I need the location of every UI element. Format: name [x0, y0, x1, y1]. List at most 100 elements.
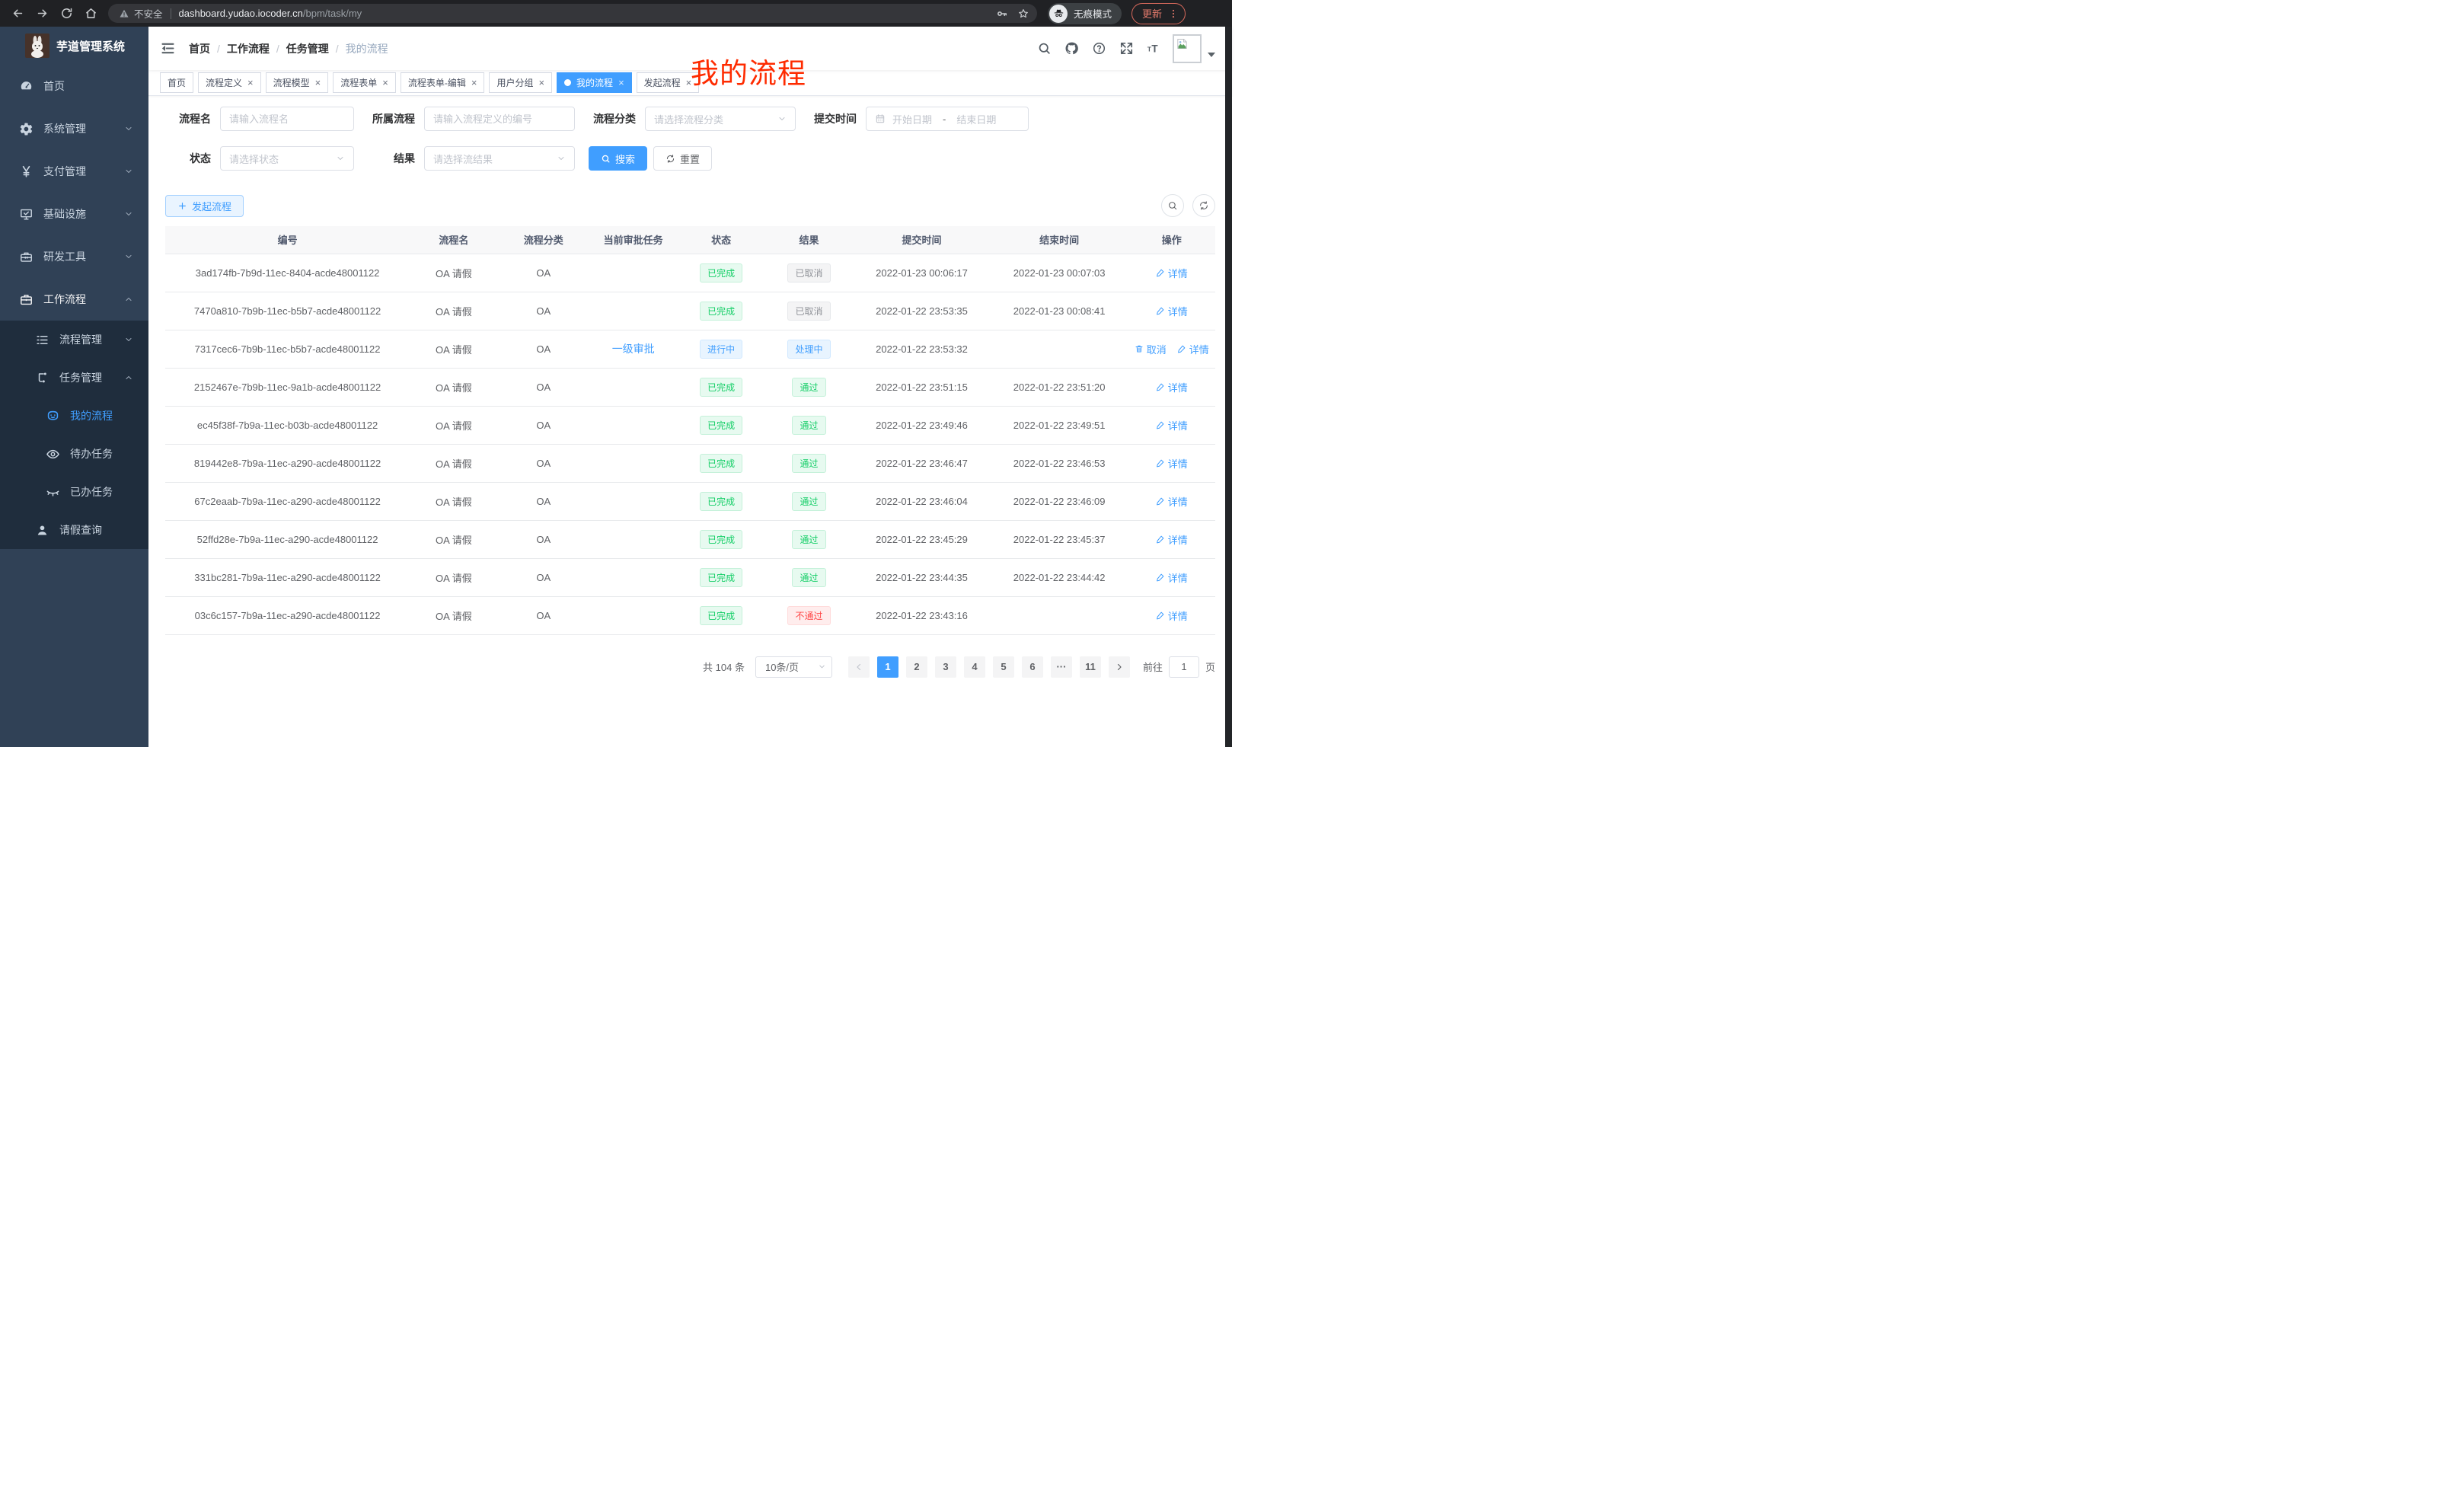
- sidebar-item-payment-manage[interactable]: 支付管理: [0, 150, 148, 193]
- page-button[interactable]: 6: [1022, 656, 1043, 678]
- browser-reload-button[interactable]: [56, 4, 76, 24]
- search-button[interactable]: 搜索: [589, 146, 647, 171]
- browser-home-button[interactable]: [81, 4, 101, 24]
- browser-scrollbar[interactable]: [1225, 27, 1232, 747]
- sidebar-item-process-manage[interactable]: 流程管理: [0, 321, 148, 359]
- sidebar-item-my-process[interactable]: 我的流程: [0, 397, 148, 435]
- sidebar-item-task-manage[interactable]: 任务管理: [0, 359, 148, 397]
- cancel-action-link[interactable]: 取消: [1135, 342, 1167, 356]
- tab-user-group[interactable]: 用户分组×: [489, 72, 552, 93]
- tab-close-icon[interactable]: ×: [618, 78, 624, 88]
- chevron-down-icon[interactable]: [1208, 53, 1215, 57]
- cell-status: 已完成: [677, 482, 764, 520]
- detail-action-link[interactable]: 详情: [1156, 266, 1188, 280]
- browser-forward-button[interactable]: [32, 4, 52, 24]
- page-button[interactable]: 1: [877, 656, 898, 678]
- font-size-icon[interactable]: TT: [1147, 41, 1161, 56]
- bookmark-star-icon[interactable]: [1017, 8, 1029, 20]
- tab-process-form-edit[interactable]: 流程表单-编辑×: [401, 72, 485, 93]
- category-select[interactable]: 请选择流程分类: [645, 107, 796, 131]
- detail-action-link[interactable]: 详情: [1156, 532, 1188, 547]
- page-button[interactable]: 5: [993, 656, 1014, 678]
- browser-update-button[interactable]: 更新: [1131, 3, 1186, 24]
- sidebar-item-label: 流程管理: [59, 332, 102, 347]
- start-date-placeholder[interactable]: 开始日期: [892, 112, 932, 126]
- tab-process-definition[interactable]: 流程定义×: [198, 72, 261, 93]
- page-button[interactable]: 11: [1080, 656, 1101, 678]
- breadcrumb-item[interactable]: 任务管理: [286, 41, 329, 56]
- process-definition-input[interactable]: [433, 113, 566, 125]
- process-name-input[interactable]: [229, 113, 345, 125]
- password-key-icon[interactable]: [996, 8, 1008, 20]
- refresh-table-button[interactable]: [1192, 194, 1215, 217]
- breadcrumb-item[interactable]: 首页: [189, 41, 210, 56]
- browser-menu-dots-icon[interactable]: [1168, 8, 1179, 19]
- avatar[interactable]: [1173, 34, 1202, 63]
- cell-current-task: [589, 444, 677, 482]
- sidebar-item-workflow[interactable]: 工作流程: [0, 278, 148, 321]
- cell-result: 通过: [765, 444, 853, 482]
- detail-action-link[interactable]: 详情: [1156, 304, 1188, 318]
- tab-process-form[interactable]: 流程表单×: [333, 72, 396, 93]
- page-button[interactable]: 3: [935, 656, 956, 678]
- sidebar-item-infrastructure[interactable]: 基础设施: [0, 193, 148, 235]
- app-logo-row[interactable]: 芋道管理系统: [0, 27, 148, 65]
- detail-action-link[interactable]: 详情: [1156, 494, 1188, 509]
- sidebar-item-home[interactable]: 首页: [0, 65, 148, 107]
- date-range-picker[interactable]: 开始日期 - 结束日期: [866, 107, 1029, 131]
- address-bar[interactable]: 不安全 dashboard.yudao.iocoder.cn /bpm/task…: [108, 4, 1037, 23]
- tab-close-icon[interactable]: ×: [471, 78, 477, 88]
- goto-page-input[interactable]: [1169, 656, 1199, 678]
- sidebar-item-todo-task[interactable]: 待办任务: [0, 435, 148, 473]
- sidebar-toggle-icon[interactable]: [160, 40, 176, 56]
- help-icon[interactable]: [1092, 41, 1106, 56]
- sidebar-menu: 首页系统管理支付管理基础设施研发工具工作流程流程管理任务管理我的流程待办任务已办…: [0, 65, 148, 549]
- breadcrumb-item[interactable]: 工作流程: [227, 41, 270, 56]
- show-search-button[interactable]: [1161, 194, 1184, 217]
- url-path[interactable]: /bpm/task/my: [303, 8, 362, 19]
- cell-actions: 详情: [1128, 482, 1215, 520]
- page-size-select[interactable]: 10条/页: [755, 656, 832, 678]
- browser-back-button[interactable]: [8, 4, 27, 24]
- tab-my-process[interactable]: 我的流程×: [557, 72, 632, 93]
- page-button[interactable]: 4: [964, 656, 985, 678]
- sidebar-item-system-manage[interactable]: 系统管理: [0, 107, 148, 150]
- sidebar-item-done-task[interactable]: 已办任务: [0, 473, 148, 511]
- detail-action-link[interactable]: 详情: [1156, 380, 1188, 394]
- status-select[interactable]: 请选择状态: [220, 146, 354, 171]
- tab-home[interactable]: 首页: [160, 72, 193, 93]
- tab-close-icon[interactable]: ×: [315, 78, 321, 88]
- detail-action-link[interactable]: 详情: [1156, 608, 1188, 623]
- page-button[interactable]: 2: [906, 656, 927, 678]
- github-icon[interactable]: [1064, 41, 1079, 56]
- sidebar-item-dev-tools[interactable]: 研发工具: [0, 235, 148, 278]
- tab-close-icon[interactable]: ×: [382, 78, 388, 88]
- detail-action-link[interactable]: 详情: [1156, 456, 1188, 471]
- sidebar-item-leave-query[interactable]: 请假查询: [0, 511, 148, 549]
- fullscreen-icon[interactable]: [1119, 41, 1134, 56]
- tab-close-icon[interactable]: ×: [247, 78, 254, 88]
- detail-action-link[interactable]: 详情: [1177, 342, 1209, 356]
- security-label[interactable]: 不安全: [134, 6, 163, 21]
- tab-start-process[interactable]: 发起流程×: [637, 72, 700, 93]
- not-secure-warning-icon[interactable]: [119, 8, 129, 19]
- next-page-button[interactable]: [1109, 656, 1130, 678]
- cell-current-task: [589, 368, 677, 406]
- prev-page-button[interactable]: [848, 656, 870, 678]
- detail-action-link[interactable]: 详情: [1156, 418, 1188, 433]
- current-task-link[interactable]: 一级审批: [612, 341, 655, 356]
- cell-category: OA: [498, 368, 589, 406]
- update-label[interactable]: 更新: [1142, 6, 1162, 21]
- table-row: 3ad174fb-7b9d-11ec-8404-acde48001122OA 请…: [165, 254, 1215, 292]
- start-process-button[interactable]: 发起流程: [165, 195, 244, 217]
- user-avatar[interactable]: [1173, 34, 1215, 63]
- reset-button[interactable]: 重置: [653, 146, 712, 171]
- search-icon[interactable]: [1037, 41, 1052, 56]
- sidebar-item-label: 任务管理: [59, 370, 102, 385]
- tab-process-model[interactable]: 流程模型×: [266, 72, 329, 93]
- detail-action-link[interactable]: 详情: [1156, 570, 1188, 585]
- result-select[interactable]: 请选择流结果: [424, 146, 575, 171]
- url-host[interactable]: dashboard.yudao.iocoder.cn: [179, 8, 303, 19]
- end-date-placeholder[interactable]: 结束日期: [956, 112, 996, 126]
- tab-close-icon[interactable]: ×: [538, 78, 544, 88]
